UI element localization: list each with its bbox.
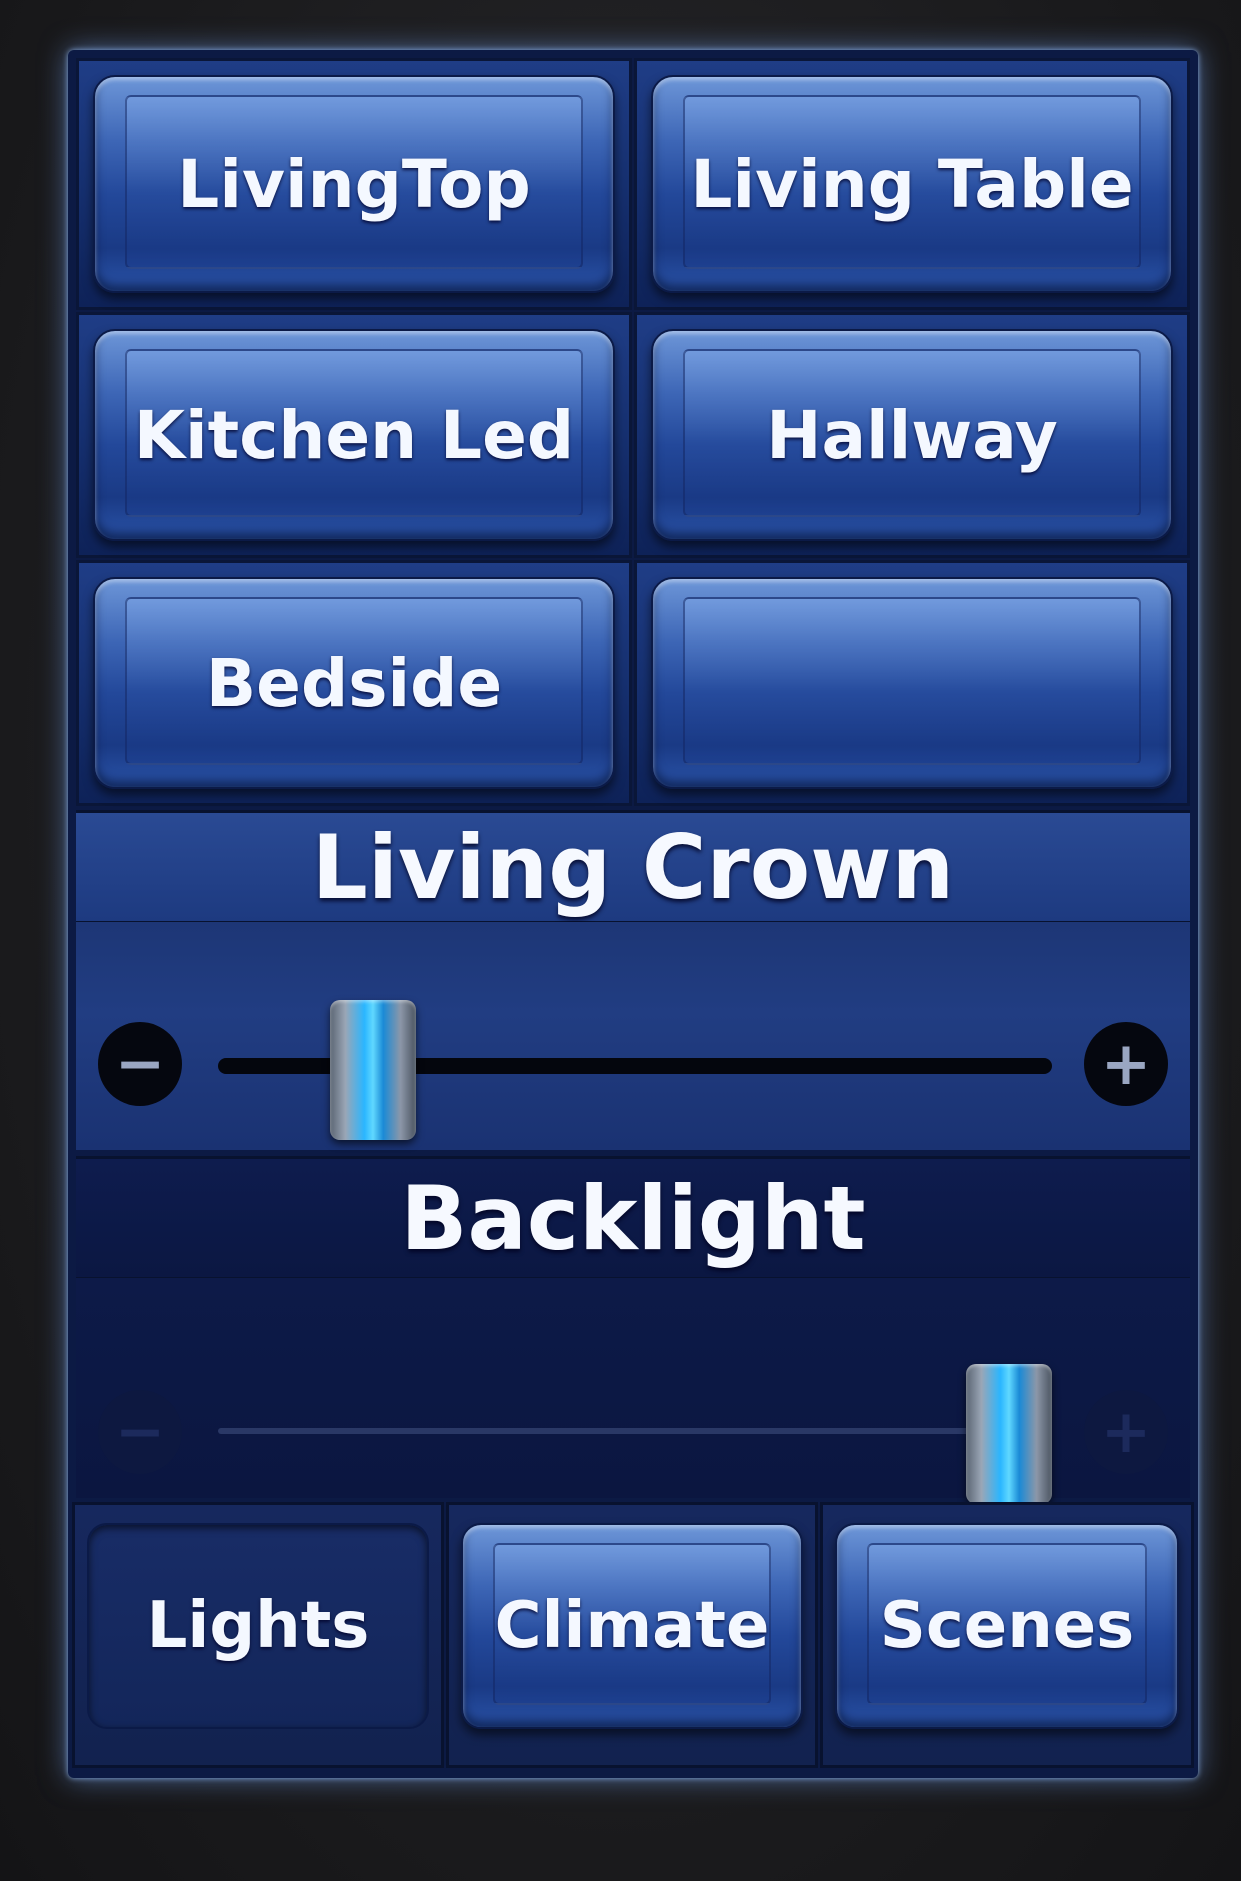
grid-cell-2: Living Table — [634, 58, 1190, 310]
lights-tab-button[interactable]: Lights — [87, 1523, 429, 1729]
minus-icon[interactable]: − — [98, 1022, 182, 1106]
slider-thumb[interactable] — [966, 1364, 1052, 1504]
living-table-button[interactable]: Living Table — [651, 75, 1173, 293]
touch-screen: LivingTop Living Table Kitchen Led Hallw… — [68, 50, 1198, 1778]
hallway-label: Hallway — [766, 396, 1058, 474]
kitchen-led-label: Kitchen Led — [133, 396, 575, 474]
minus-icon[interactable]: − — [98, 1390, 182, 1474]
grid-cell-6 — [634, 560, 1190, 806]
living-crown-slider[interactable]: − + — [76, 922, 1190, 1150]
plus-icon[interactable]: + — [1084, 1390, 1168, 1474]
climate-tab-label: Climate — [494, 1589, 770, 1663]
scenes-tab-button[interactable]: Scenes — [835, 1523, 1179, 1729]
grid-cell-1: LivingTop — [76, 58, 632, 310]
device-bezel: LivingTop Living Table Kitchen Led Hallw… — [0, 0, 1241, 1881]
grid-cell-4: Hallway — [634, 312, 1190, 558]
backlight-header: Backlight — [76, 1156, 1190, 1280]
kitchen-led-button[interactable]: Kitchen Led — [93, 329, 615, 541]
living-crown-header: Living Crown — [76, 810, 1190, 924]
tab-climate: Climate — [446, 1502, 818, 1768]
tab-scenes: Scenes — [820, 1502, 1194, 1768]
bedside-label: Bedside — [205, 644, 503, 722]
hallway-button[interactable]: Hallway — [651, 329, 1173, 541]
lights-tab-label: Lights — [146, 1589, 370, 1663]
tab-lights: Lights — [72, 1502, 444, 1768]
slider-track[interactable] — [218, 1428, 1052, 1434]
livingtop-button[interactable]: LivingTop — [93, 75, 615, 293]
climate-tab-button[interactable]: Climate — [461, 1523, 803, 1729]
livingtop-label: LivingTop — [177, 145, 531, 223]
scenes-tab-label: Scenes — [879, 1589, 1135, 1663]
slider-thumb[interactable] — [330, 1000, 417, 1140]
living-crown-title: Living Crown — [311, 815, 955, 919]
backlight-slider[interactable]: − + — [76, 1278, 1190, 1504]
grid-cell-5: Bedside — [76, 560, 632, 806]
bedside-button[interactable]: Bedside — [93, 577, 615, 789]
backlight-title: Backlight — [400, 1166, 866, 1270]
grid-cell-3: Kitchen Led — [76, 312, 632, 558]
plus-icon[interactable]: + — [1084, 1022, 1168, 1106]
living-table-label: Living Table — [690, 145, 1134, 223]
blank-button[interactable] — [651, 577, 1173, 789]
